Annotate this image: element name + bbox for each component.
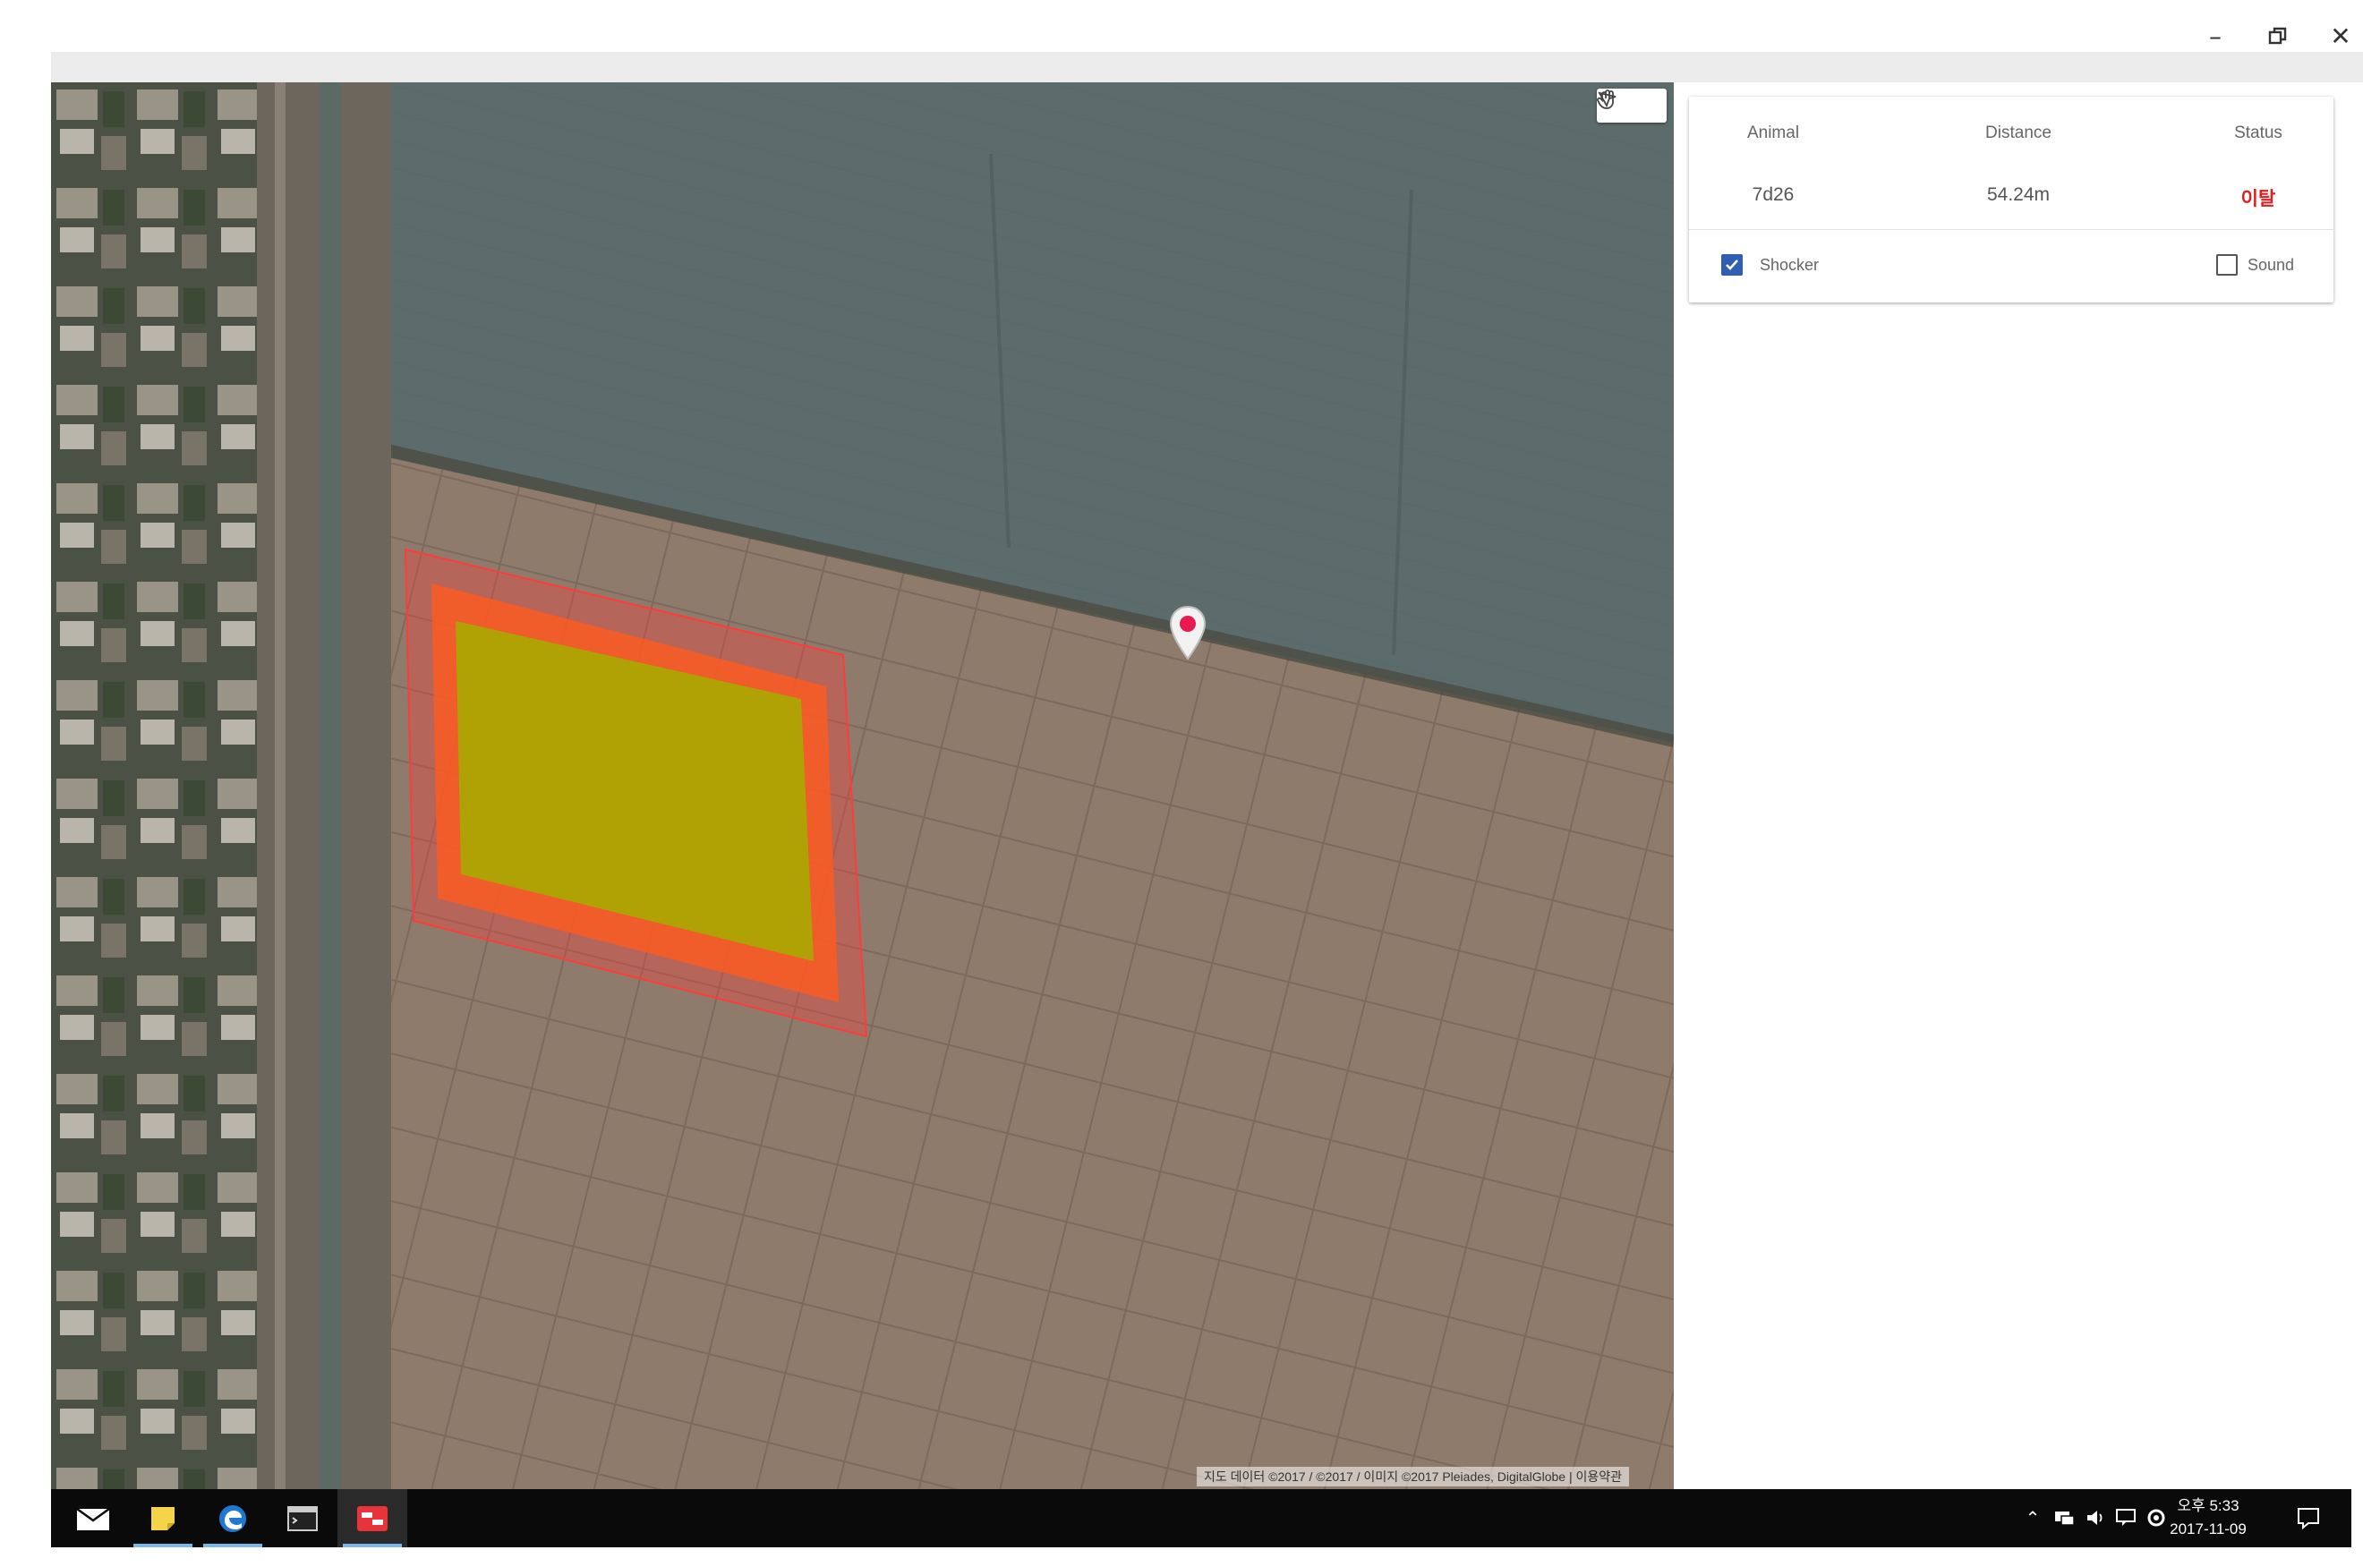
- running-indicator: [343, 1544, 402, 1547]
- terminal-icon[interactable]: [268, 1489, 337, 1547]
- clock-date: 2017-11-09: [2170, 1520, 2247, 1537]
- system-clock[interactable]: 오후 5:33 2017-11-09: [2154, 1495, 2262, 1541]
- shocker-checkbox[interactable]: [1721, 254, 1743, 276]
- satellite-map[interactable]: 지도 데이터 ©2017 / ©2017 / 이미지 ©2017 Pleiade…: [51, 82, 1674, 1489]
- map-pin-icon[interactable]: [1168, 605, 1207, 660]
- animal-status-card: Animal Distance Status 7d26 54.24m 이탈 Sh…: [1689, 97, 2333, 302]
- geofence-app-icon[interactable]: [337, 1489, 407, 1547]
- taskbar: ⌃ 오후 5:33 2017-11-09: [51, 1489, 2351, 1547]
- sound-label: Sound: [2248, 256, 2295, 274]
- mail-icon[interactable]: [58, 1489, 128, 1547]
- geofence-overlay[interactable]: [51, 82, 1674, 1489]
- running-indicator: [203, 1544, 262, 1547]
- checkmark-icon: [1726, 260, 1738, 270]
- animal-distance: 54.24m: [1986, 184, 2051, 205]
- chevron-up-icon[interactable]: ⌃: [2020, 1505, 2045, 1530]
- divider: [1689, 229, 2333, 230]
- shocker-label: Shocker: [1760, 256, 1820, 274]
- volume-icon[interactable]: [2083, 1505, 2108, 1530]
- app-title-band: [51, 52, 2363, 82]
- network-icon[interactable]: [2052, 1505, 2077, 1530]
- running-indicator: [133, 1544, 192, 1547]
- action-center-icon[interactable]: [2290, 1502, 2326, 1536]
- header-distance: Distance: [1985, 123, 2052, 142]
- sticky-notes-icon[interactable]: [128, 1489, 198, 1547]
- clock-time: 오후 5:33: [2177, 1497, 2239, 1514]
- sound-checkbox[interactable]: [2216, 254, 2238, 276]
- edge-browser-icon[interactable]: [198, 1489, 268, 1547]
- map-toolbar: [1597, 89, 1667, 123]
- map-attribution: 지도 데이터 ©2017 / ©2017 / 이미지 ©2017 Pleiade…: [1197, 1467, 1629, 1486]
- animal-status: 이탈: [2240, 189, 2276, 209]
- header-animal: Animal: [1746, 123, 1800, 142]
- message-icon[interactable]: [2113, 1505, 2138, 1530]
- header-status: Status: [2234, 123, 2282, 142]
- animal-id: 7d26: [1752, 184, 1795, 205]
